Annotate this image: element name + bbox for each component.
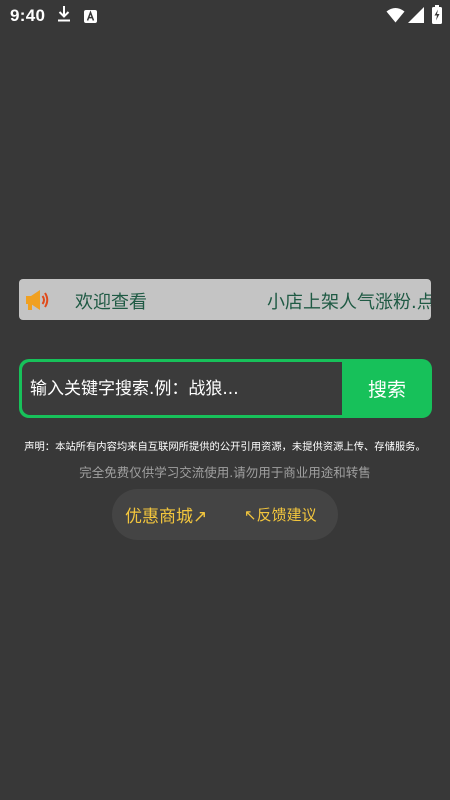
signal-icon [408, 7, 424, 27]
free-notice-text: 完全免费仅供学习交流使用.请勿用于商业用途和转售 [79, 465, 371, 480]
wifi-icon [386, 7, 405, 27]
marquee-text-right: 小店上架人气涨粉.点赞 [267, 292, 431, 313]
search-input-wrapper [22, 362, 342, 415]
links-pill: 优惠商城↗ ↖反馈建议 [112, 489, 338, 540]
status-bar: 9:40 [0, 0, 450, 32]
feedback-link[interactable]: ↖反馈建议 [244, 504, 317, 525]
search-box: 搜索 [19, 359, 432, 418]
mall-link[interactable]: 优惠商城↗ [125, 502, 207, 527]
megaphone-icon [24, 287, 50, 317]
a-notification-icon [84, 8, 97, 27]
status-time: 9:40 [10, 6, 46, 25]
search-button[interactable]: 搜索 [342, 359, 432, 418]
marquee-text-left: 欢迎查看 [75, 292, 147, 313]
search-input[interactable] [22, 362, 342, 415]
battery-charging-icon [432, 5, 442, 28]
announcement-marquee: 欢迎查看 小店上架人气涨粉.点赞 [19, 279, 431, 320]
download-icon [56, 5, 72, 27]
disclaimer-text: 声明：本站所有内容均来自互联网所提供的公开引用资源，未提供资源上传、存储服务。 [24, 441, 426, 453]
